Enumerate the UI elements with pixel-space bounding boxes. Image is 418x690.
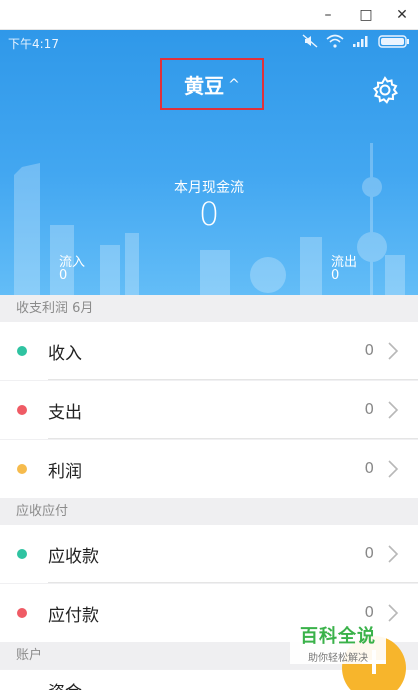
watermark: 百科全说 助你轻松解决 xyxy=(290,620,386,664)
gear-icon[interactable] xyxy=(371,76,399,104)
row-label: 利润 xyxy=(48,462,82,482)
divider xyxy=(48,438,418,439)
status-dot xyxy=(17,346,27,356)
row-label: 应收款 xyxy=(48,547,99,567)
row-receivable[interactable]: 应收款 0 xyxy=(0,525,418,583)
row-value: 0 xyxy=(364,341,374,359)
chevron-right-icon xyxy=(388,342,399,360)
row-income[interactable]: 收入 0 xyxy=(0,322,418,380)
row-value: 0 xyxy=(364,544,374,562)
row-value: 0 xyxy=(364,603,374,621)
status-time: 下午4:17 xyxy=(8,37,59,51)
book-title: 黄豆 xyxy=(184,73,225,98)
battery-icon xyxy=(378,34,409,48)
row-profit[interactable]: 利润 0 xyxy=(0,440,418,498)
chevron-right-icon xyxy=(388,604,399,622)
row-value: 0 xyxy=(364,459,374,477)
row-label: 支出 xyxy=(48,403,82,423)
divider xyxy=(48,379,418,380)
window-titlebar: – □ ✕ xyxy=(0,0,418,30)
row-value: 0 xyxy=(364,400,374,418)
status-dot xyxy=(17,464,27,474)
mute-icon xyxy=(302,34,318,48)
section-header-income-profit: 收支利润 6月 xyxy=(0,295,418,322)
status-dot xyxy=(17,405,27,415)
chevron-right-icon xyxy=(388,460,399,478)
status-icons xyxy=(302,34,410,48)
inflow-value: 0 xyxy=(59,268,68,283)
chevron-up-icon: ^ xyxy=(228,77,240,93)
chevron-right-icon xyxy=(388,545,399,563)
minimize-button[interactable]: – xyxy=(310,0,346,30)
section-header-receivables: 应收应付 xyxy=(0,498,418,525)
row-label: 应付款 xyxy=(48,606,99,626)
watermark-sub: 助你轻松解决 xyxy=(308,653,368,664)
maximize-button[interactable]: □ xyxy=(348,0,384,30)
cashflow-value: 0 xyxy=(198,195,220,233)
status-dot xyxy=(17,549,27,559)
status-dot xyxy=(17,608,27,618)
row-label: 收入 xyxy=(48,344,82,364)
close-button[interactable]: ✕ xyxy=(384,0,418,30)
signal-icon xyxy=(353,36,368,47)
row-label: 资金 xyxy=(48,678,82,690)
book-switcher[interactable]: 黄豆 ^ xyxy=(160,58,264,110)
cashflow-hero: 下午4:17 黄豆 ^ 本月现金流 0 流入 0 流出 0 xyxy=(0,30,418,295)
cashflow-label: 本月现金流 xyxy=(174,180,244,196)
wifi-icon xyxy=(326,34,344,48)
outflow-value: 0 xyxy=(331,268,340,283)
divider xyxy=(48,582,418,583)
row-expense[interactable]: 支出 0 xyxy=(0,381,418,439)
status-bar: 下午4:17 xyxy=(0,30,418,56)
chevron-right-icon xyxy=(388,401,399,419)
watermark-main: 百科全说 xyxy=(300,626,376,647)
